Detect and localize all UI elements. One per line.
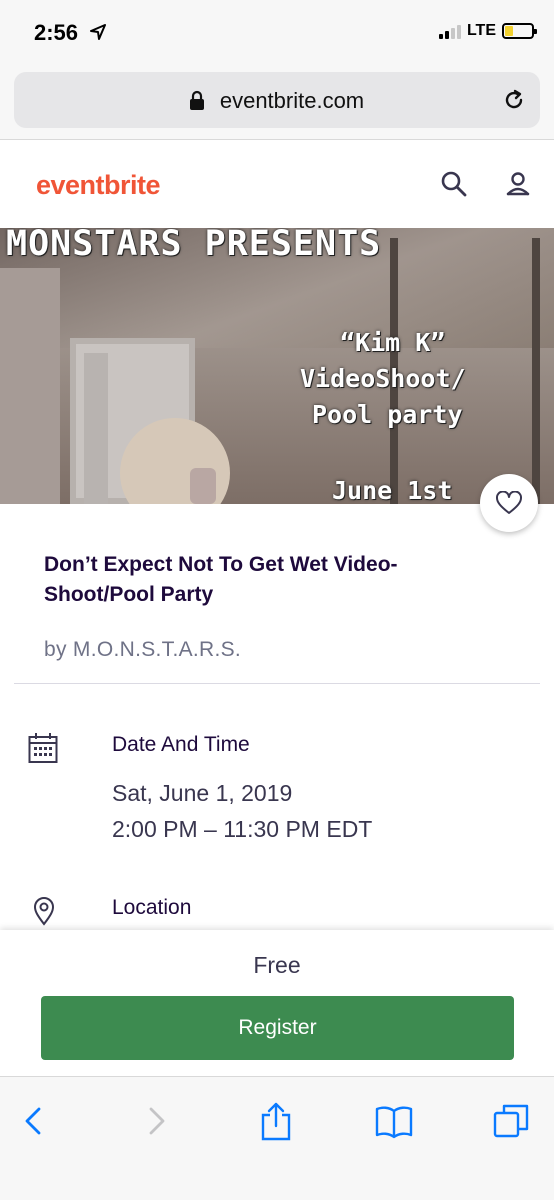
location-arrow-icon: [90, 24, 106, 40]
browser-toolbar: [0, 1076, 554, 1200]
hero-line-4: June 1st: [332, 476, 453, 504]
event-organizer[interactable]: by M.O.N.S.T.A.R.S.: [44, 638, 241, 662]
hero-title: MONSTARS PRESENTS: [6, 228, 382, 264]
like-button[interactable]: [480, 474, 538, 532]
eventbrite-logo[interactable]: eventbrite: [36, 170, 161, 201]
reload-icon[interactable]: [502, 88, 526, 112]
status-time: 2:56: [34, 20, 79, 45]
hero-line-2: VideoShoot/: [300, 364, 466, 393]
event-title: Don’t Expect Not To Get Wet Video-Shoot/…: [44, 553, 398, 606]
calendar-icon: [28, 733, 58, 763]
bookmarks-icon[interactable]: [374, 1101, 414, 1141]
browser-chrome: eventbrite.com: [0, 66, 554, 140]
status-bar: 2:56 LTE: [0, 0, 554, 66]
forward-icon[interactable]: [136, 1101, 176, 1141]
event-hero-image: MONSTARS PRESENTS “Kim K” VideoShoot/ Po…: [0, 228, 554, 504]
share-icon[interactable]: [256, 1101, 296, 1141]
register-button[interactable]: Register: [41, 996, 514, 1060]
event-date: Sat, June 1, 2019: [112, 780, 293, 806]
network-type: LTE: [466, 22, 496, 39]
tabs-icon[interactable]: [492, 1101, 532, 1141]
divider: [14, 683, 540, 684]
hero-line-3: Pool party: [312, 400, 463, 429]
back-icon[interactable]: [14, 1101, 54, 1141]
battery-icon: [502, 23, 537, 39]
heart-icon: [496, 491, 522, 514]
event-time: 2:00 PM – 11:30 PM EDT: [112, 816, 373, 842]
location-label: Location: [112, 896, 192, 919]
signal-icon: [438, 23, 461, 39]
hero-line-1: “Kim K”: [340, 328, 446, 357]
url-bar[interactable]: eventbrite.com: [14, 72, 540, 128]
registration-panel: Free Register: [0, 930, 554, 1076]
ticket-price: Free: [253, 952, 301, 978]
url-text: eventbrite.com: [219, 88, 365, 113]
search-icon[interactable]: [440, 170, 468, 198]
map-pin-icon: [33, 897, 55, 926]
date-time-label: Date And Time: [112, 733, 250, 756]
user-icon[interactable]: [504, 170, 532, 198]
site-header: eventbrite: [0, 140, 554, 228]
status-indicators: LTE: [438, 22, 537, 40]
